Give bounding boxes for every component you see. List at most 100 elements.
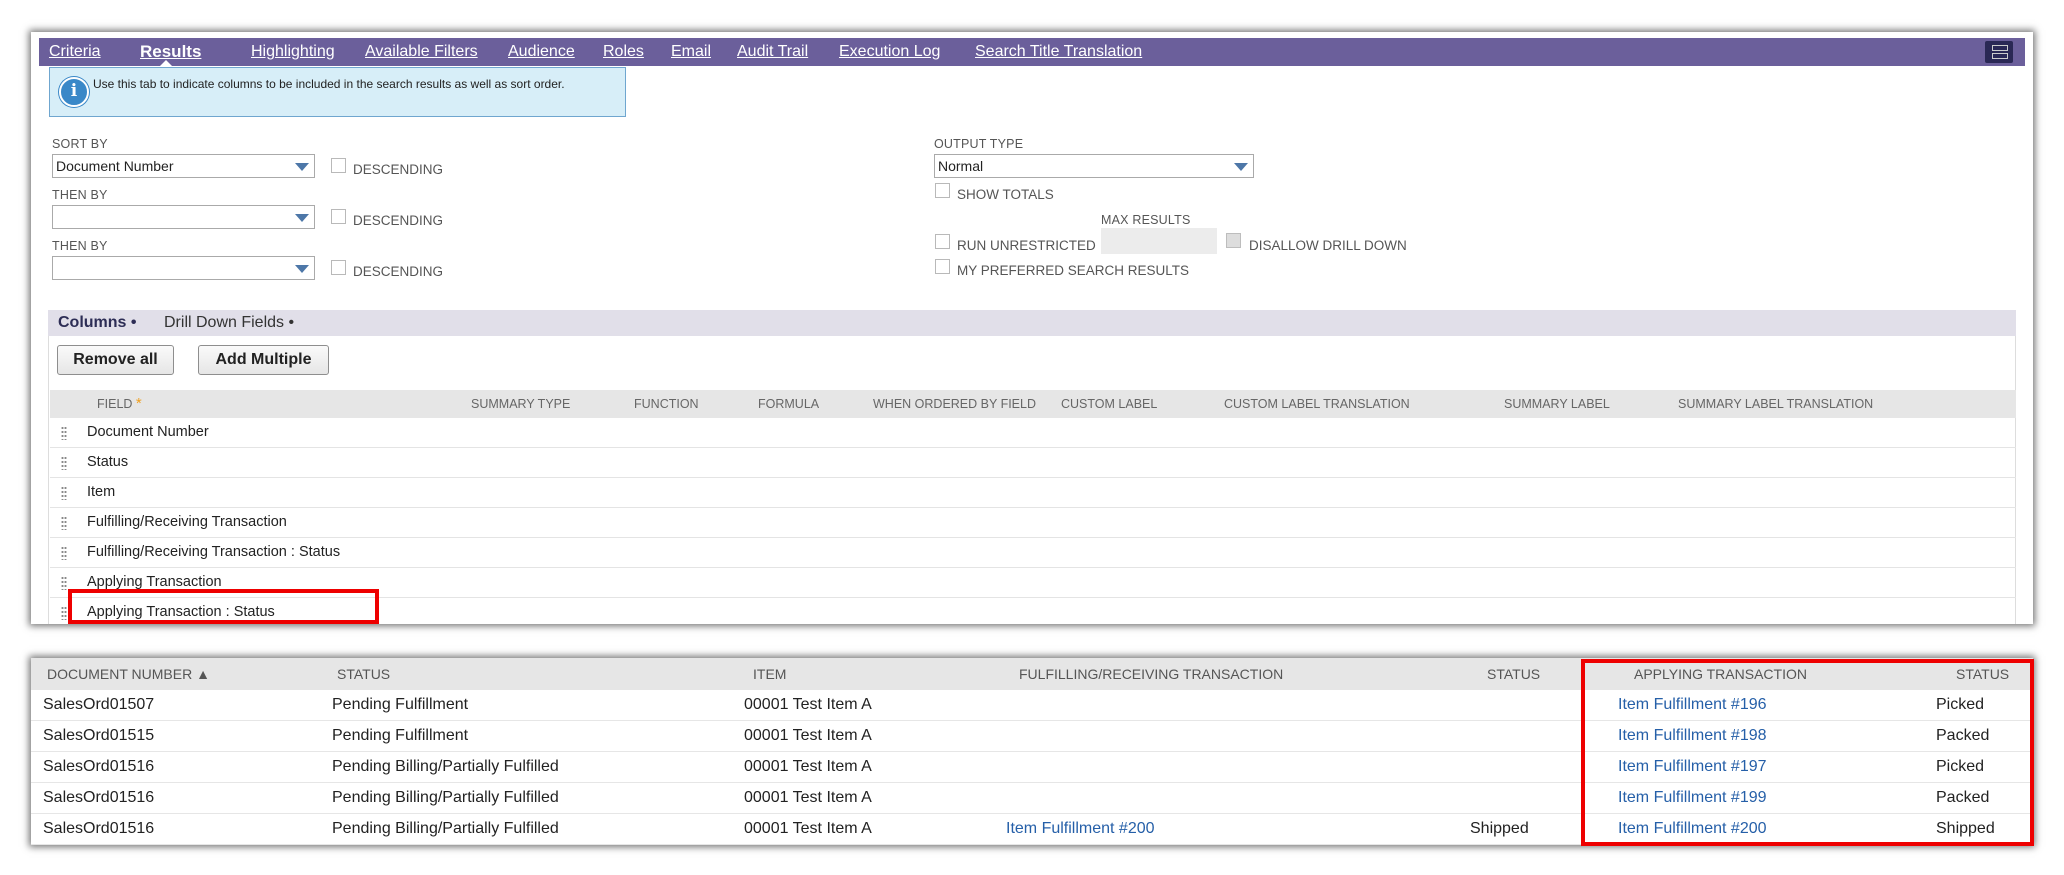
layout-toggle-icon[interactable] xyxy=(1985,41,2013,63)
preferred-results-label: MY PREFERRED SEARCH RESULTS xyxy=(957,263,1190,278)
required-marker: * xyxy=(135,395,142,412)
highlight-box-applying-columns xyxy=(1581,659,2034,846)
descending-label-2: DESCENDING xyxy=(353,213,444,228)
drag-handle-icon[interactable] xyxy=(61,576,67,590)
run-unrestricted-checkbox[interactable] xyxy=(935,234,950,249)
disallow-drill-down-label: DISALLOW DRILL DOWN xyxy=(1249,238,1407,253)
item-cell: 00001 Test Item A xyxy=(744,820,872,837)
column-row[interactable]: Fulfilling/Receiving Transaction xyxy=(50,508,2016,538)
then-by-label-1: THEN BY xyxy=(52,188,108,202)
status-cell: Pending Billing/Partially Fulfilled xyxy=(332,789,559,806)
output-type-select[interactable]: Normal xyxy=(934,154,1254,178)
status-cell: Pending Fulfillment xyxy=(332,727,469,744)
tab-criteria[interactable]: Criteria xyxy=(49,38,101,66)
tab-execution-log[interactable]: Execution Log xyxy=(839,38,940,66)
column-field: Status xyxy=(87,454,129,470)
column-field: Fulfilling/Receiving Transaction : Statu… xyxy=(87,544,341,560)
status-cell: Pending Billing/Partially Fulfilled xyxy=(332,820,559,837)
then-by-select-2[interactable] xyxy=(52,256,315,280)
drag-handle-icon[interactable] xyxy=(61,516,67,530)
tab-highlighting[interactable]: Highlighting xyxy=(251,38,335,66)
descending-checkbox-3[interactable] xyxy=(331,260,346,275)
descending-label-3: DESCENDING xyxy=(353,264,444,279)
output-type-value: Normal xyxy=(938,158,984,174)
status-cell: Pending Billing/Partially Fulfilled xyxy=(332,758,559,775)
doc-number-cell: SalesOrd01507 xyxy=(43,696,155,713)
dropdown-arrow-icon xyxy=(1234,163,1248,171)
doc-number-cell: SalesOrd01516 xyxy=(43,758,155,775)
column-field: Fulfilling/Receiving Transaction xyxy=(87,514,287,530)
dropdown-arrow-icon xyxy=(295,214,309,222)
show-totals-label: SHOW TOTALS xyxy=(957,187,1054,202)
subtab-bar: Criteria Results Highlighting Available … xyxy=(39,38,2025,66)
dropdown-arrow-icon xyxy=(295,163,309,171)
doc-number-header[interactable]: DOCUMENT NUMBER ▲ xyxy=(47,658,210,690)
status-cell: Pending Fulfillment xyxy=(332,696,469,713)
info-text: Use this tab to indicate columns to be i… xyxy=(93,77,565,91)
column-row[interactable]: Document Number xyxy=(50,418,2016,448)
doc-number-cell: SalesOrd01516 xyxy=(43,820,155,837)
max-results-input[interactable] xyxy=(1101,228,1217,254)
max-results-label: MAX RESULTS xyxy=(1101,213,1191,227)
then-by-select-1[interactable] xyxy=(52,205,315,229)
item-cell: 00001 Test Item A xyxy=(744,789,872,806)
add-multiple-button[interactable]: Add Multiple xyxy=(198,345,329,375)
function-header: FUNCTION xyxy=(634,397,699,411)
column-row[interactable]: Status xyxy=(50,448,2016,478)
descending-checkbox-1[interactable] xyxy=(331,158,346,173)
fulfilling-status-header[interactable]: STATUS xyxy=(1487,658,1540,690)
drag-handle-icon[interactable] xyxy=(61,426,67,440)
drag-handle-icon[interactable] xyxy=(61,546,67,560)
column-row[interactable]: Fulfilling/Receiving Transaction : Statu… xyxy=(50,538,2016,568)
tab-columns[interactable]: Columns • xyxy=(58,310,137,336)
fulfilling-link[interactable]: Item Fulfillment #200 xyxy=(1006,814,1155,844)
search-results-panel: Criteria Results Highlighting Available … xyxy=(31,32,2033,624)
status-header[interactable]: STATUS xyxy=(337,658,390,690)
column-field: Document Number xyxy=(87,424,209,440)
doc-number-cell: SalesOrd01515 xyxy=(43,727,155,744)
sort-by-value: Document Number xyxy=(56,158,174,174)
disallow-drill-down-checkbox[interactable] xyxy=(1226,233,1241,248)
formula-header: FORMULA xyxy=(758,397,820,411)
active-tab-caret xyxy=(160,60,172,66)
run-unrestricted-label: RUN UNRESTRICTED xyxy=(957,238,1096,253)
tab-roles[interactable]: Roles xyxy=(603,38,644,66)
drag-handle-icon[interactable] xyxy=(61,456,67,470)
tab-audit-trail[interactable]: Audit Trail xyxy=(737,38,808,66)
then-by-label-2: THEN BY xyxy=(52,239,108,253)
tab-email[interactable]: Email xyxy=(671,38,711,66)
summary-type-header: SUMMARY TYPE xyxy=(471,397,571,411)
custom-label-translation-header: CUSTOM LABEL TRANSLATION xyxy=(1224,397,1410,411)
sort-by-select[interactable]: Document Number xyxy=(52,154,315,178)
descending-checkbox-2[interactable] xyxy=(331,209,346,224)
column-row[interactable]: Item xyxy=(50,478,2016,508)
tab-drill-down-fields[interactable]: Drill Down Fields • xyxy=(164,310,294,336)
tab-available-filters[interactable]: Available Filters xyxy=(365,38,478,66)
summary-label-translation-header: SUMMARY LABEL TRANSLATION xyxy=(1678,397,1874,411)
sort-by-label: SORT BY xyxy=(52,137,108,151)
item-cell: 00001 Test Item A xyxy=(744,727,872,744)
tab-search-title-translation[interactable]: Search Title Translation xyxy=(975,38,1142,66)
item-cell: 00001 Test Item A xyxy=(744,758,872,775)
summary-label-header: SUMMARY LABEL xyxy=(1504,397,1610,411)
column-subtab-bar: Columns • Drill Down Fields • xyxy=(48,310,2016,336)
descending-label-1: DESCENDING xyxy=(353,162,444,177)
tab-audience[interactable]: Audience xyxy=(508,38,575,66)
highlight-box-applying-status xyxy=(68,589,379,624)
when-ordered-header: WHEN ORDERED BY FIELD xyxy=(873,397,1036,411)
fulfilling-header[interactable]: FULFILLING/RECEIVING TRANSACTION xyxy=(1019,658,1283,690)
preferred-results-checkbox[interactable] xyxy=(935,259,950,274)
drag-handle-icon[interactable] xyxy=(61,606,67,620)
output-type-label: OUTPUT TYPE xyxy=(934,137,1024,151)
show-totals-checkbox[interactable] xyxy=(935,183,950,198)
item-header[interactable]: ITEM xyxy=(753,658,786,690)
drag-handle-icon[interactable] xyxy=(61,486,67,500)
column-field: Item xyxy=(87,484,116,500)
item-cell: 00001 Test Item A xyxy=(744,696,872,713)
fulfilling-status-cell: Shipped xyxy=(1470,820,1529,837)
remove-all-button[interactable]: Remove all xyxy=(57,345,174,375)
custom-label-header: CUSTOM LABEL xyxy=(1061,397,1158,411)
dropdown-arrow-icon xyxy=(295,265,309,273)
field-header: FIELD * xyxy=(97,395,142,412)
info-icon xyxy=(59,77,89,107)
